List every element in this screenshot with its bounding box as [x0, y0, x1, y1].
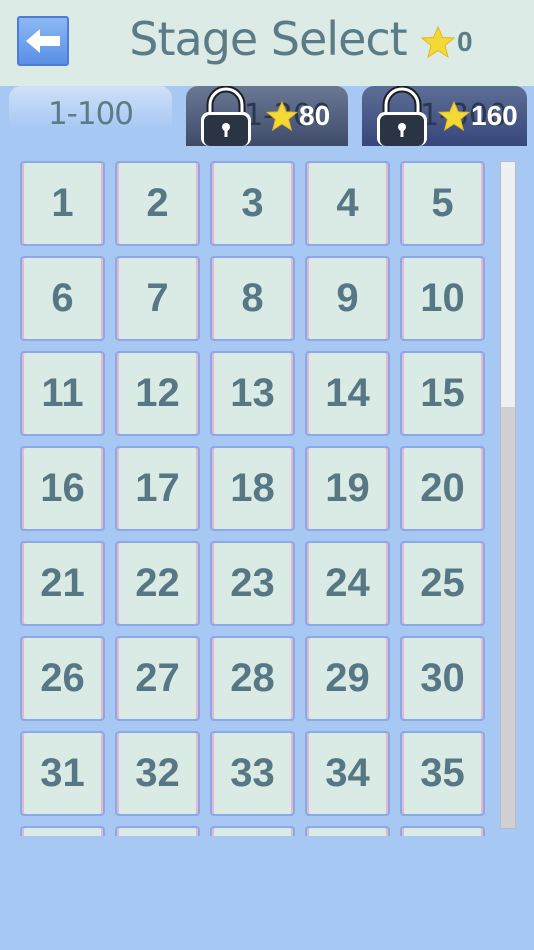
stage-button[interactable]: 38	[210, 826, 295, 836]
star-requirement-value: 160	[471, 100, 518, 131]
stage-button[interactable]: 25	[400, 541, 485, 626]
stage-button[interactable]: 9	[305, 256, 390, 341]
stage-button[interactable]: 34	[305, 731, 390, 816]
star-icon	[438, 101, 470, 131]
stage-button[interactable]: 16	[20, 446, 105, 531]
arrow-left-icon	[26, 29, 60, 53]
star-icon	[266, 101, 298, 131]
stage-button[interactable]: 27	[115, 636, 200, 721]
stage-button[interactable]: 24	[305, 541, 390, 626]
stage-button[interactable]: 37	[115, 826, 200, 836]
scrollbar[interactable]	[500, 161, 516, 829]
stage-button[interactable]: 1	[20, 161, 105, 246]
star-requirement: 160	[438, 100, 518, 132]
stage-button[interactable]: 13	[210, 351, 295, 436]
stage-button[interactable]: 22	[115, 541, 200, 626]
star-counter: 0	[421, 22, 473, 62]
stage-button[interactable]: 15	[400, 351, 485, 436]
stage-button[interactable]: 7	[115, 256, 200, 341]
tab-range-3[interactable]: 1-300 160	[362, 86, 527, 146]
stage-button[interactable]: 11	[20, 351, 105, 436]
stage-button[interactable]: 20	[400, 446, 485, 531]
star-icon	[421, 26, 455, 58]
stage-button[interactable]: 35	[400, 731, 485, 816]
stage-button[interactable]: 8	[210, 256, 295, 341]
back-button[interactable]	[17, 16, 69, 66]
lock-icon	[201, 86, 251, 146]
stage-button[interactable]: 14	[305, 351, 390, 436]
stage-button[interactable]: 39	[305, 826, 390, 836]
stage-select-screen: Stage Select 0 1-100 1-200	[0, 0, 534, 950]
tab-label: 1-100	[47, 96, 134, 132]
scrollbar-thumb[interactable]	[501, 162, 515, 407]
star-count-value: 0	[457, 26, 473, 57]
star-requirement-value: 80	[299, 100, 331, 131]
stage-button[interactable]: 18	[210, 446, 295, 531]
stage-button[interactable]: 6	[20, 256, 105, 341]
header-bar: Stage Select 0	[0, 0, 534, 86]
stage-button[interactable]: 5	[400, 161, 485, 246]
page-title: Stage Select	[129, 12, 407, 66]
tab-range-2[interactable]: 1-200 80	[186, 86, 348, 146]
stage-button[interactable]: 12	[115, 351, 200, 436]
stage-button[interactable]: 40	[400, 826, 485, 836]
stage-button[interactable]: 10	[400, 256, 485, 341]
stage-button[interactable]: 21	[20, 541, 105, 626]
stage-button[interactable]: 19	[305, 446, 390, 531]
stage-button[interactable]: 30	[400, 636, 485, 721]
stage-button[interactable]: 17	[115, 446, 200, 531]
stage-button[interactable]: 33	[210, 731, 295, 816]
star-requirement: 80	[266, 100, 330, 132]
tab-range-1[interactable]: 1-100	[9, 86, 172, 146]
lock-icon	[377, 86, 427, 146]
stage-button[interactable]: 36	[20, 826, 105, 836]
stage-button[interactable]: 26	[20, 636, 105, 721]
stage-button[interactable]: 2	[115, 161, 200, 246]
stage-range-tabs: 1-100 1-200 80 1-300	[0, 86, 534, 146]
stage-grid: 1 2 3 4 5 6 7 8 9 10 11 12 13 14 15 16 17 18 19 20 21 22 23 24 2…	[20, 161, 485, 836]
stage-button[interactable]: 28	[210, 636, 295, 721]
stage-button[interactable]: 3	[210, 161, 295, 246]
stage-button[interactable]: 31	[20, 731, 105, 816]
stage-grid-viewport: 1 2 3 4 5 6 7 8 9 10 11 12 13 14 15 16 17 18 19 20 21 22 23 24 2…	[0, 146, 534, 836]
stage-button[interactable]: 29	[305, 636, 390, 721]
stage-button[interactable]: 4	[305, 161, 390, 246]
stage-button[interactable]: 23	[210, 541, 295, 626]
stage-button[interactable]: 32	[115, 731, 200, 816]
